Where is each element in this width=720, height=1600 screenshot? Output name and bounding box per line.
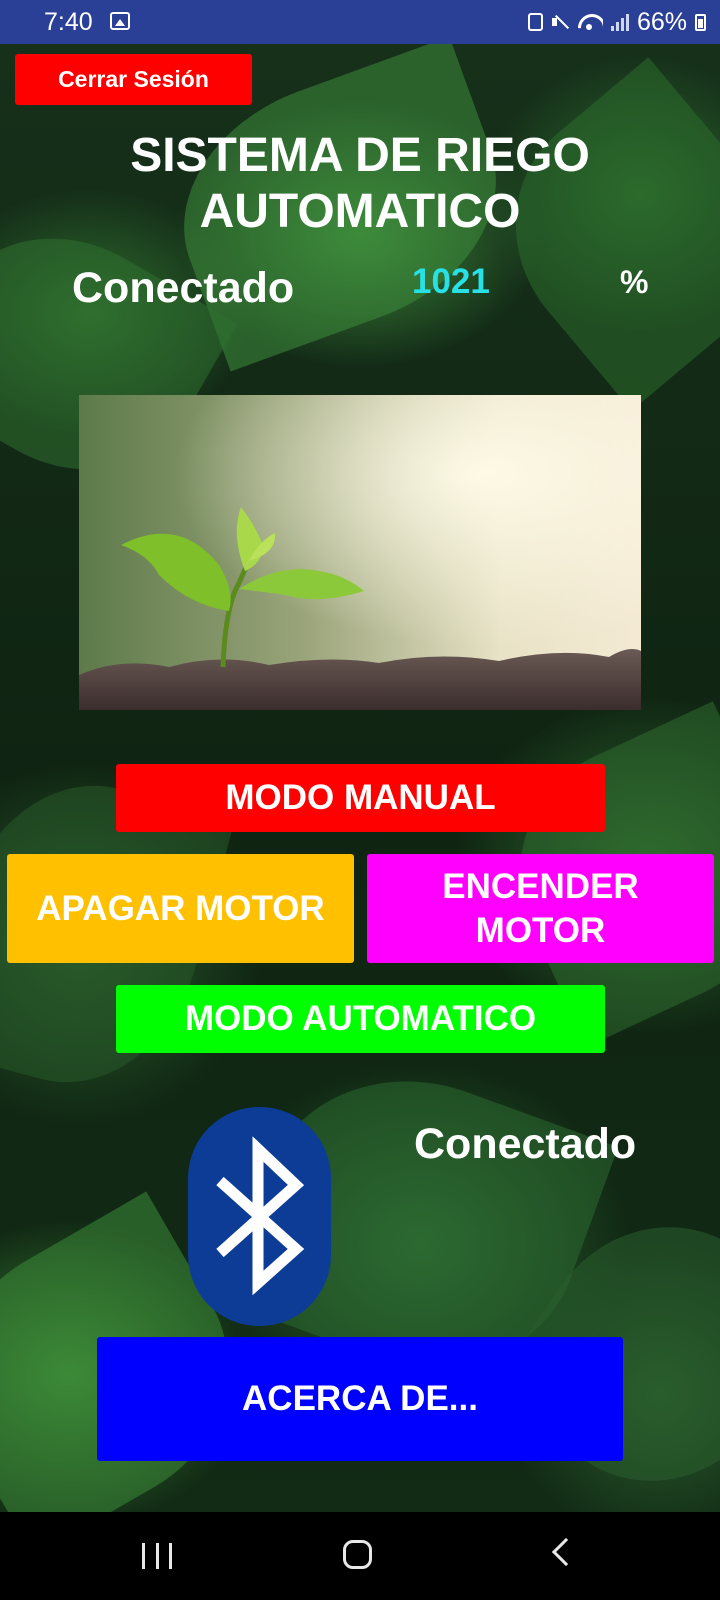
main-content: Cerrar Sesión SISTEMA DE RIEGO AUTOMATIC… — [0, 0, 720, 1512]
motor-on-label: ENCENDER MOTOR — [442, 865, 638, 953]
seedling-image — [79, 395, 641, 710]
title-line-2: AUTOMATICO — [199, 185, 521, 238]
bluetooth-icon[interactable] — [188, 1107, 331, 1326]
motor-on-button[interactable]: ENCENDER MOTOR — [367, 854, 714, 963]
auto-mode-button[interactable]: MODO AUTOMATICO — [116, 985, 605, 1053]
manual-mode-button[interactable]: MODO MANUAL — [116, 764, 605, 832]
about-button[interactable]: ACERCA DE... — [97, 1337, 623, 1461]
navigation-bar — [0, 1512, 720, 1600]
connection-status: Conectado — [72, 264, 295, 312]
motor-on-line-2: MOTOR — [475, 910, 606, 950]
logout-button[interactable]: Cerrar Sesión — [15, 54, 252, 105]
back-icon[interactable] — [551, 1537, 581, 1567]
humidity-unit: % — [620, 264, 649, 300]
page-title: SISTEMA DE RIEGO AUTOMATICO — [60, 128, 660, 240]
title-line-1: SISTEMA DE RIEGO — [130, 129, 590, 182]
motor-off-button[interactable]: APAGAR MOTOR — [7, 854, 354, 963]
home-icon[interactable] — [343, 1540, 372, 1569]
recent-apps-icon[interactable] — [142, 1543, 172, 1569]
bluetooth-status: Conectado — [414, 1120, 637, 1168]
humidity-value: 1021 — [412, 262, 490, 301]
motor-on-line-1: ENCENDER — [442, 866, 639, 906]
